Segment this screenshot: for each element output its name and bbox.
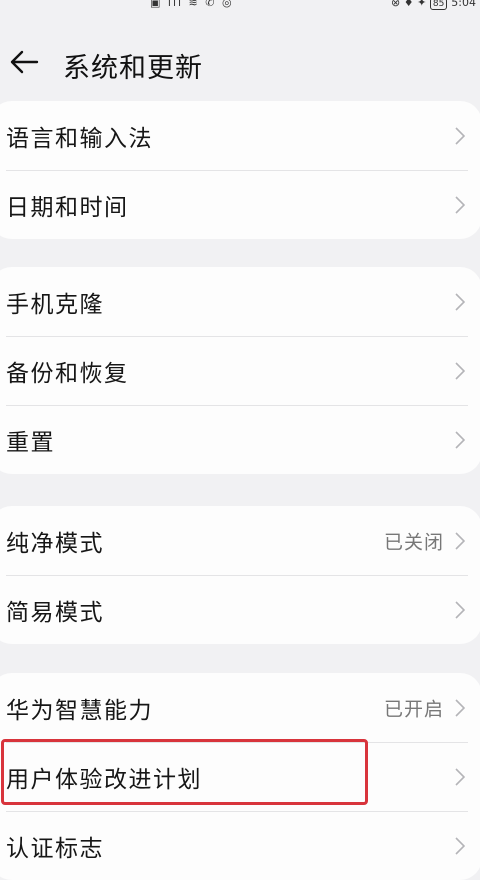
- chevron-right-icon: [455, 531, 465, 550]
- chevron-right-icon: [455, 836, 465, 855]
- row-status-value: 已关闭: [383, 531, 444, 553]
- arrow-left-icon: [10, 50, 39, 74]
- row-label: 纯净模式: [6, 530, 104, 557]
- row-label: 华为智慧能力: [6, 697, 153, 724]
- page-title: 系统和更新: [63, 53, 203, 84]
- settings-row-phone-clone[interactable]: 手机克隆: [0, 267, 480, 336]
- status-time: 5:04: [451, 0, 476, 9]
- status-icons-left: ▣ ıll ≋ ✆ ◎: [150, 0, 234, 9]
- row-label: 手机克隆: [6, 291, 104, 318]
- settings-group-modes: 纯净模式 已关闭 简易模式: [0, 506, 480, 644]
- settings-group-backup: 手机克隆 备份和恢复 重置: [0, 267, 480, 474]
- chevron-right-icon: [455, 430, 465, 449]
- row-label: 重置: [6, 429, 55, 456]
- chevron-right-icon: [455, 361, 465, 380]
- row-label: 备份和恢复: [6, 360, 129, 387]
- settings-row-user-experience[interactable]: 用户体验改进计划: [0, 742, 480, 811]
- chevron-right-icon: [455, 195, 465, 214]
- row-label: 认证标志: [6, 835, 104, 862]
- row-label: 语言和输入法: [6, 125, 153, 152]
- chevron-right-icon: [455, 292, 465, 311]
- chevron-right-icon: [455, 600, 465, 619]
- status-bar: ▣ ıll ≋ ✆ ◎ ⊗ ♦ ✦ 85 5:04: [0, 0, 480, 10]
- settings-row-certification[interactable]: 认证标志: [0, 811, 480, 880]
- settings-row-simple-mode[interactable]: 简易模式: [0, 575, 480, 644]
- row-label: 日期和时间: [6, 194, 129, 221]
- app-header: 系统和更新: [0, 32, 480, 92]
- row-label: 用户体验改进计划: [6, 766, 202, 793]
- status-icons-right: ⊗ ♦ ✦ 85 5:04: [391, 0, 476, 10]
- battery-icon: 85: [429, 0, 448, 10]
- chevron-right-icon: [455, 126, 465, 145]
- settings-row-pure-mode[interactable]: 纯净模式 已关闭: [0, 506, 480, 575]
- settings-group-language-time: 语言和输入法 日期和时间: [0, 101, 480, 239]
- chevron-right-icon: [455, 767, 465, 786]
- settings-row-date-time[interactable]: 日期和时间: [0, 170, 480, 239]
- row-label: 简易模式: [6, 599, 104, 626]
- settings-group-smart: 华为智慧能力 已开启 用户体验改进计划 认证标志: [0, 673, 480, 880]
- settings-row-huawei-ai[interactable]: 华为智慧能力 已开启: [0, 673, 480, 742]
- chevron-right-icon: [455, 698, 465, 717]
- row-status-value: 已开启: [383, 698, 444, 720]
- settings-row-backup-restore[interactable]: 备份和恢复: [0, 336, 480, 405]
- settings-row-language-input[interactable]: 语言和输入法: [0, 101, 480, 170]
- settings-row-reset[interactable]: 重置: [0, 405, 480, 474]
- back-button[interactable]: [4, 42, 44, 82]
